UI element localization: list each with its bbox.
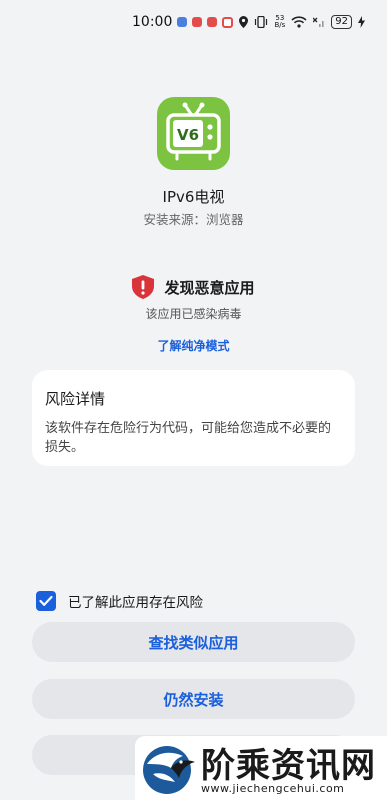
notification-icon — [207, 17, 218, 27]
notification-icon — [177, 17, 188, 27]
pure-mode-link[interactable]: 了解纯净模式 — [0, 337, 387, 354]
watermark: 阶乘资讯网 www.jiechengcehui.com — [135, 736, 387, 800]
warning-header: 发现恶意应用 — [0, 275, 387, 299]
location-icon — [239, 16, 249, 28]
status-bar: 10:00 53 B/s 92 — [0, 0, 387, 44]
watermark-title: 阶乘资讯网 — [201, 746, 376, 786]
warning-title: 发现恶意应用 — [164, 278, 255, 297]
status-time: 10:00 — [132, 14, 173, 30]
notification-icon — [192, 17, 203, 27]
status-left: 10:00 — [132, 14, 234, 30]
eagle-logo-icon — [143, 746, 195, 794]
app-icon: V6 — [157, 97, 230, 170]
status-right: 53 B/s 92 — [239, 15, 365, 29]
find-similar-button[interactable]: 查找类似应用 — [32, 622, 355, 662]
app-icon-text: V6 — [177, 126, 199, 144]
acknowledge-label: 已了解此应用存在风险 — [68, 595, 203, 611]
battery-indicator: 92 — [331, 15, 352, 29]
app-source: 安装来源：浏览器 — [143, 212, 244, 227]
net-speed: 53 B/s — [274, 15, 285, 29]
no-signal-icon — [313, 17, 324, 27]
risk-details-card: 风险详情 该软件存在危险行为代码，可能给您造成不必要的损失。 — [32, 370, 355, 466]
net-speed-unit: B/s — [274, 21, 286, 29]
warning-subtitle: 该应用已感染病毒 — [145, 307, 242, 321]
install-anyway-button[interactable]: 仍然安装 — [32, 679, 355, 719]
app-name: IPv6电视 — [162, 188, 225, 206]
tv-icon: V6 — [166, 102, 221, 161]
risk-title: 风险详情 — [45, 390, 106, 408]
notification-icon — [222, 16, 234, 28]
check-icon — [39, 595, 53, 606]
risk-description: 该软件存在危险行为代码，可能给您造成不必要的损失。 — [45, 421, 332, 455]
vibrate-icon — [255, 16, 268, 28]
acknowledge-checkbox[interactable] — [36, 591, 56, 611]
acknowledge-row[interactable]: 已了解此应用存在风险 — [36, 591, 203, 611]
shield-alert-icon — [132, 275, 155, 299]
charging-icon — [358, 16, 365, 28]
watermark-url: www.jiechengcehui.com — [201, 782, 345, 795]
wifi-icon — [291, 16, 307, 28]
